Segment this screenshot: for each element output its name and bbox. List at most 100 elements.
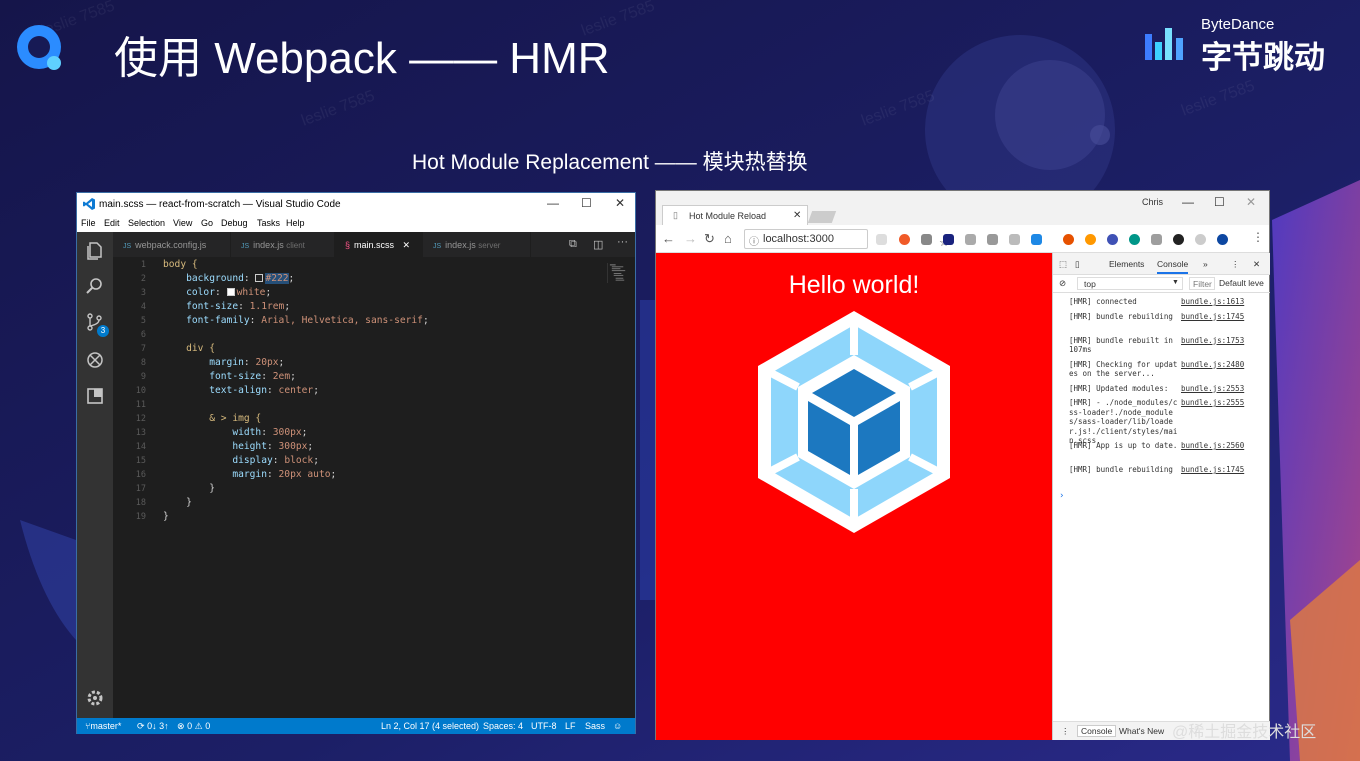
line-ending[interactable]: LF xyxy=(565,721,576,731)
menu-selection[interactable]: Selection xyxy=(128,218,165,228)
close-tab-icon[interactable]: ✕ xyxy=(793,210,801,221)
menu-kebab-icon[interactable]: ⋮ xyxy=(1252,230,1264,244)
console-prompt[interactable]: › xyxy=(1059,491,1064,501)
console-log: [HMR] connected bundle.js:1613 [HMR] bundl… xyxy=(1053,293,1270,693)
drawer-menu-icon[interactable]: ⋮ xyxy=(1061,726,1070,737)
console-source-link[interactable]: bundle.js:2560 xyxy=(1181,441,1244,450)
maximize-button[interactable]: ☐ xyxy=(1214,195,1225,209)
forward-arrow-icon[interactable]: → xyxy=(684,231,697,246)
extension-icon[interactable] xyxy=(876,234,887,245)
address-bar[interactable]: ⓘ localhost:3000 ☆ xyxy=(744,229,949,249)
indentation[interactable]: Spaces: 4 xyxy=(483,721,523,731)
console-source-link[interactable]: bundle.js:2555 xyxy=(1181,398,1244,407)
explorer-icon[interactable] xyxy=(85,240,105,260)
extension-icon[interactable] xyxy=(1107,234,1118,245)
back-arrow-icon[interactable]: ← xyxy=(662,231,675,246)
tab-elements[interactable]: Elements xyxy=(1109,259,1144,269)
tab-console[interactable]: Console xyxy=(1157,259,1189,274)
new-tab-button[interactable] xyxy=(807,211,837,223)
extension-icon[interactable] xyxy=(1085,234,1096,245)
extension-icon[interactable] xyxy=(921,234,932,245)
code-editor[interactable]: 1 2 3 4 5 6 7 8 9 10 11 12 13 14 15 16 17 18 19 body { bac… xyxy=(113,257,635,718)
devtools-menu-icon[interactable]: ⋮ xyxy=(1231,259,1240,270)
tab-index-server[interactable]: JS index.js server xyxy=(423,232,531,257)
extension-icon[interactable] xyxy=(965,234,976,245)
more-tabs-button[interactable]: » xyxy=(1203,259,1208,269)
console-source-link[interactable]: bundle.js:2553 xyxy=(1181,384,1244,393)
profile-name[interactable]: Chris xyxy=(1142,197,1163,207)
menu-go[interactable]: Go xyxy=(201,218,213,228)
line-number: 2 xyxy=(140,274,146,284)
reload-icon[interactable]: ↻ xyxy=(704,231,715,247)
menu-debug[interactable]: Debug xyxy=(221,218,248,228)
extension-icon[interactable] xyxy=(1217,234,1228,245)
minimize-button[interactable]: — xyxy=(547,196,559,210)
drawer-tab-console[interactable]: Console xyxy=(1077,725,1117,737)
minimap[interactable] xyxy=(607,263,629,283)
context-value: top xyxy=(1084,279,1096,289)
sync-status[interactable]: ⟳ 0↓ 3↑ xyxy=(137,721,169,732)
code-line: text-align: center; xyxy=(209,385,319,396)
minimize-button[interactable]: — xyxy=(1182,195,1194,209)
devtools-panel: ⬚ ▯ Elements Console » ⋮ ✕ ⊘ top ▼ Filter… xyxy=(1052,253,1270,740)
maximize-button[interactable]: ☐ xyxy=(581,196,592,210)
line-number: 17 xyxy=(135,484,146,494)
app-logo-icon xyxy=(17,25,61,70)
debug-icon[interactable] xyxy=(85,350,105,370)
inspect-element-icon[interactable]: ⬚ xyxy=(1059,259,1067,270)
log-levels-dropdown[interactable]: Default leve xyxy=(1219,278,1264,288)
language-mode[interactable]: Sass xyxy=(585,721,605,731)
clear-console-icon[interactable]: ⊘ xyxy=(1059,278,1066,289)
extensions-icon[interactable] xyxy=(85,386,105,406)
extension-icon[interactable] xyxy=(943,234,954,245)
extension-icon[interactable] xyxy=(1195,234,1206,245)
problems-status[interactable]: ⊗ 0 ⚠ 0 xyxy=(177,721,210,732)
console-source-link[interactable]: bundle.js:2480 xyxy=(1181,360,1244,369)
console-source-link[interactable]: bundle.js:1745 xyxy=(1181,465,1244,474)
git-branch[interactable]: ⑂master* xyxy=(85,721,121,731)
feedback-smiley-icon[interactable]: ☺ xyxy=(613,721,622,731)
encoding[interactable]: UTF-8 xyxy=(531,721,557,731)
extension-icon[interactable] xyxy=(1031,234,1042,245)
extension-icon[interactable] xyxy=(987,234,998,245)
home-icon[interactable]: ⌂ xyxy=(724,231,732,246)
drawer-tab-whats-new[interactable]: What's New xyxy=(1119,726,1164,736)
menu-edit[interactable]: Edit xyxy=(104,218,120,228)
color-swatch xyxy=(255,274,264,282)
console-source-link[interactable]: bundle.js:1613 xyxy=(1181,297,1244,306)
device-toolbar-icon[interactable]: ▯ xyxy=(1075,259,1080,270)
close-devtools-icon[interactable]: ✕ xyxy=(1253,259,1260,270)
browser-tab[interactable]: ▯ Hot Module Reload ✕ xyxy=(662,205,808,225)
extension-icon[interactable] xyxy=(1009,234,1020,245)
split-editor-icon[interactable]: ◫ xyxy=(593,238,603,251)
close-button[interactable]: ✕ xyxy=(615,196,625,210)
filter-input[interactable]: Filter xyxy=(1189,277,1215,290)
extension-icon[interactable] xyxy=(899,234,910,245)
tab-main-scss[interactable]: § main.scss ✕ xyxy=(335,232,423,257)
tab-index-client[interactable]: JS index.js client xyxy=(231,232,335,257)
search-icon[interactable] xyxy=(85,276,105,296)
menu-view[interactable]: View xyxy=(173,218,192,228)
extension-icon[interactable] xyxy=(1063,234,1074,245)
extension-icon[interactable] xyxy=(1129,234,1140,245)
settings-gear-icon[interactable] xyxy=(85,688,105,708)
code-line: font-size: 1.1rem; xyxy=(186,301,291,312)
line-number: 11 xyxy=(135,400,146,410)
more-actions-icon[interactable]: ··· xyxy=(617,236,628,248)
menu-help[interactable]: Help xyxy=(286,218,305,228)
console-source-link[interactable]: bundle.js:1745 xyxy=(1181,312,1244,321)
tab-webpack-config[interactable]: JS webpack.config.js xyxy=(113,232,231,257)
menu-tasks[interactable]: Tasks xyxy=(257,218,280,228)
bytedance-mark-icon xyxy=(1145,28,1183,60)
extension-icon[interactable] xyxy=(1151,234,1162,245)
close-button[interactable]: ✕ xyxy=(1246,195,1256,209)
cursor-position[interactable]: Ln 2, Col 17 (4 selected) xyxy=(381,721,479,731)
console-message: [HMR] - ./node_modules/css-loader!./node… xyxy=(1069,398,1178,445)
close-tab-icon[interactable]: ✕ xyxy=(403,240,411,250)
menu-file[interactable]: File xyxy=(81,218,96,228)
open-changes-icon[interactable]: ⧉ xyxy=(569,238,577,251)
code-line: display: block; xyxy=(232,455,319,466)
context-selector[interactable]: top ▼ xyxy=(1077,277,1183,290)
console-source-link[interactable]: bundle.js:1753 xyxy=(1181,336,1244,345)
extension-icon[interactable] xyxy=(1173,234,1184,245)
